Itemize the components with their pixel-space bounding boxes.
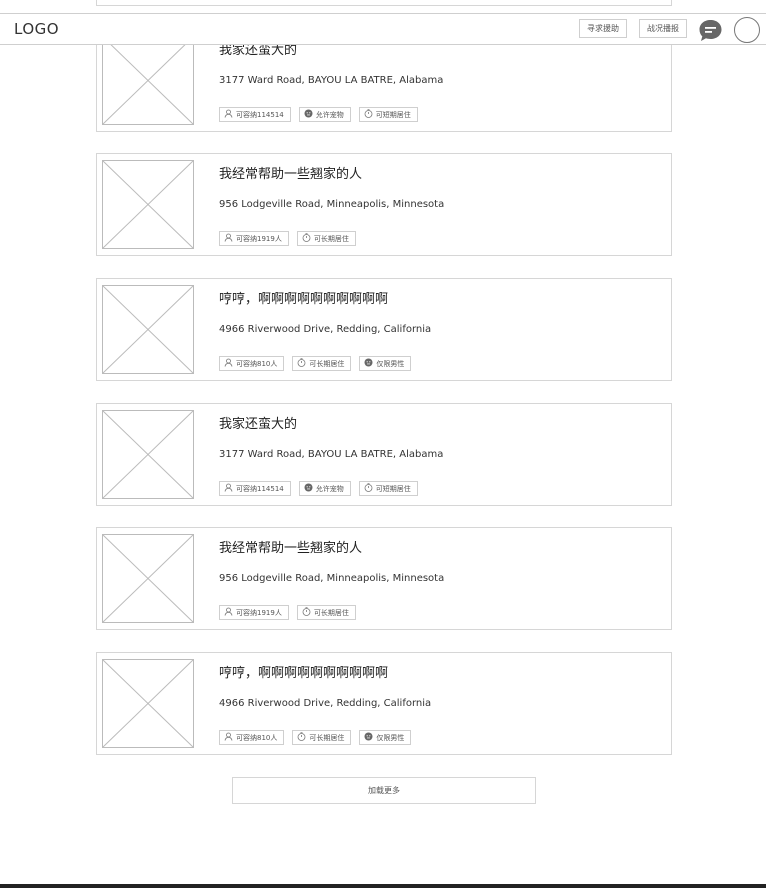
- image-placeholder: [102, 659, 194, 748]
- person-icon: [224, 233, 236, 244]
- help-button[interactable]: 寻求援助: [579, 19, 627, 38]
- tag-label: 可长期居住: [313, 234, 349, 243]
- tag-label: 允许宠物: [315, 110, 344, 119]
- listing-title[interactable]: 我经常帮助一些翘家的人: [219, 537, 362, 556]
- listing-card[interactable]: 哼哼，啊啊啊啊啊啊啊啊啊啊 4966 Riverwood Drive, Reddi…: [96, 278, 672, 381]
- listing-tag: 可长期居住: [292, 730, 352, 745]
- listing-tags: 可容纳114514 允许宠物 可短期居住: [219, 481, 426, 497]
- logo[interactable]: LOGO: [14, 20, 59, 38]
- listing-tag: 允许宠物: [298, 481, 351, 496]
- listing-card[interactable]: 我家还蛮大的 3177 Ward Road, BAYOU LA BATRE, Al…: [96, 403, 672, 506]
- listing-address: 3177 Ward Road, BAYOU LA BATRE, Alabama: [219, 449, 444, 460]
- tag-label: 可容纳114514: [236, 110, 284, 119]
- listing-tag: 可容纳810人: [219, 356, 285, 371]
- tag-label: 可短期居住: [375, 110, 411, 119]
- pet-icon: [304, 483, 316, 494]
- top-navbar: LOGO 寻求援助 战况播报: [0, 13, 766, 45]
- male-icon: [364, 358, 376, 369]
- tag-label: 可容纳810人: [236, 733, 278, 742]
- listing-title[interactable]: 我家还蛮大的: [219, 413, 297, 432]
- tag-label: 可容纳114514: [236, 484, 284, 493]
- listing-address: 956 Lodgeville Road, Minneapolis, Minnes…: [219, 573, 445, 584]
- tag-label: 可容纳810人: [236, 359, 278, 368]
- load-more-button[interactable]: 加载更多: [232, 777, 536, 804]
- listing-tag: 可短期居住: [358, 107, 418, 122]
- image-placeholder: [102, 534, 194, 623]
- person-icon: [224, 358, 236, 369]
- listing-tag: 仅限男性: [359, 356, 412, 371]
- listing-address: 4966 Riverwood Drive, Redding, Californi…: [219, 698, 432, 709]
- tag-label: 仅限男性: [376, 733, 405, 742]
- male-icon: [364, 732, 376, 743]
- person-icon: [224, 607, 236, 618]
- image-placeholder: [102, 410, 194, 499]
- timer-icon: [364, 483, 376, 494]
- listing-address: 4966 Riverwood Drive, Redding, Californi…: [219, 324, 432, 335]
- tag-label: 可容纳1919人: [236, 234, 282, 243]
- timer-icon: [364, 109, 376, 120]
- tag-label: 可长期居住: [313, 608, 349, 617]
- listing-tags: 可容纳1919人 可长期居住: [219, 605, 364, 621]
- listing-tags: 可容纳810人 可长期居住 仅限男性: [219, 730, 419, 746]
- listing-tag: 可容纳1919人: [219, 605, 289, 620]
- pet-icon: [304, 109, 316, 120]
- listing-tag: 可长期居住: [296, 605, 356, 620]
- timer-icon: [302, 233, 314, 244]
- listing-tags: 可容纳1919人 可长期居住: [219, 231, 364, 247]
- listing-tag: 可长期居住: [296, 231, 356, 246]
- image-placeholder: [102, 160, 194, 249]
- person-icon: [224, 483, 236, 494]
- tag-label: 可长期居住: [309, 359, 345, 368]
- listing-title[interactable]: 哼哼，啊啊啊啊啊啊啊啊啊啊: [219, 662, 388, 681]
- listing-title[interactable]: 我经常帮助一些翘家的人: [219, 163, 362, 182]
- tag-label: 可容纳1919人: [236, 608, 282, 617]
- tag-label: 允许宠物: [315, 484, 344, 493]
- timer-icon: [297, 358, 309, 369]
- listing-tag: 可长期居住: [292, 356, 352, 371]
- tag-label: 仅限男性: [376, 359, 405, 368]
- listing-tag: 可容纳1919人: [219, 231, 289, 246]
- tag-label: 可长期居住: [309, 733, 345, 742]
- chat-icon[interactable]: [698, 18, 723, 43]
- listing-address: 3177 Ward Road, BAYOU LA BATRE, Alabama: [219, 75, 444, 86]
- tag-label: 可短期居住: [375, 484, 411, 493]
- bottom-bar: [0, 884, 766, 888]
- listing-tag: 可短期居住: [358, 481, 418, 496]
- listing-card[interactable]: 我经常帮助一些翘家的人 956 Lodgeville Road, Minneapo…: [96, 153, 672, 256]
- image-placeholder: [102, 285, 194, 374]
- listing-tag: 仅限男性: [359, 730, 412, 745]
- user-avatar[interactable]: [734, 17, 760, 43]
- timer-icon: [302, 607, 314, 618]
- listing-card[interactable]: 我经常帮助一些翘家的人 956 Lodgeville Road, Minneapo…: [96, 527, 672, 630]
- listing-tag: 可容纳114514: [219, 107, 291, 122]
- person-icon: [224, 109, 236, 120]
- person-icon: [224, 732, 236, 743]
- listing-tag: 允许宠物: [298, 107, 351, 122]
- timer-icon: [297, 732, 309, 743]
- previous-listing-card: [96, 0, 672, 6]
- image-placeholder: [102, 36, 194, 125]
- listing-title[interactable]: 哼哼，啊啊啊啊啊啊啊啊啊啊: [219, 288, 388, 307]
- listing-tags: 可容纳810人 可长期居住 仅限男性: [219, 356, 419, 372]
- listing-tags: 可容纳114514 允许宠物 可短期居住: [219, 107, 426, 123]
- listing-tag: 可容纳810人: [219, 730, 285, 745]
- listing-tag: 可容纳114514: [219, 481, 291, 496]
- report-button[interactable]: 战况播报: [639, 19, 687, 38]
- listing-address: 956 Lodgeville Road, Minneapolis, Minnes…: [219, 199, 445, 210]
- listing-card[interactable]: 哼哼，啊啊啊啊啊啊啊啊啊啊 4966 Riverwood Drive, Reddi…: [96, 652, 672, 755]
